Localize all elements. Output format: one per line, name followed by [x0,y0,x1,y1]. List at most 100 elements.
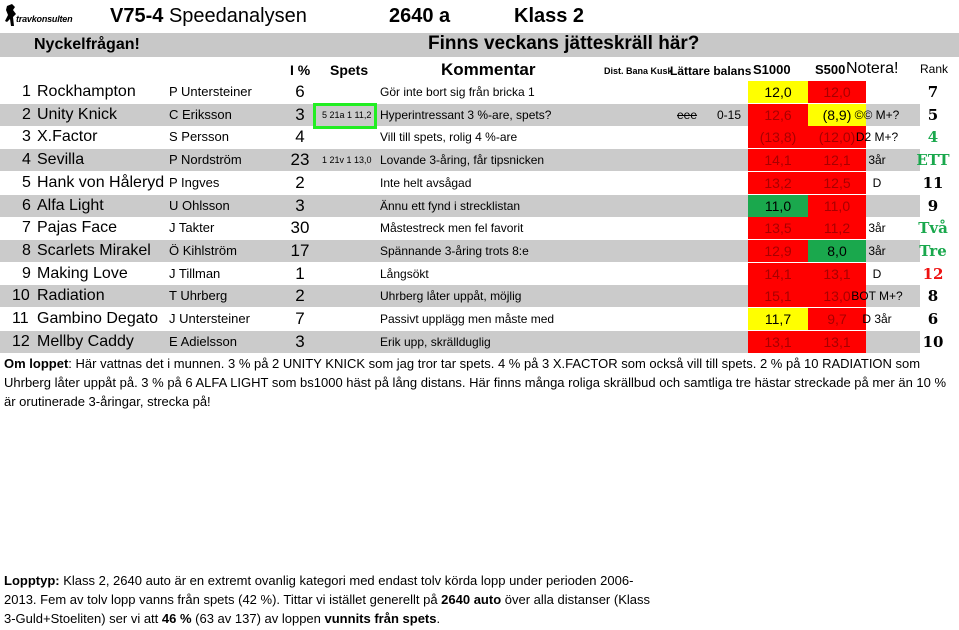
driver-name: E Adielsson [169,333,237,349]
race-title-text: Speedanalysen [168,5,307,27]
race-distance: 2640 a [389,5,451,27]
s1000-value: 12,6 [748,103,808,126]
col-lattare-balans: Lättare balans [670,64,752,78]
driver-name: P Nordström [169,152,242,168]
comment: Lovande 3-åring, får tipsnicken [380,153,545,168]
table-row: 3 X.Factor S Persson 4 Vill till spets, roli… [0,126,938,149]
horse-name: Mellby Caddy [37,332,134,350]
s1000-value: 13,2 [748,171,808,194]
horse-number: 11 [12,310,29,327]
table-row: 8 Scarlets Mirakel Ö Kihlström 17 Spännande … [0,239,947,262]
pct-value: 30 [290,218,310,238]
pct-value: 3 [295,104,305,124]
table-row: 10 Radiation T Uhrberg 2 Uhrberg låter uppåt… [0,285,938,308]
dist-bana-kusk: eee [677,107,698,122]
table-row: 12 Mellby Caddy E Adielsson 3 Erik upp, skrä… [0,330,943,353]
driver-name: J Tillman [169,265,221,281]
comment: Uhrberg låter uppåt, möjlig [380,289,522,304]
table-row: 4 Sevilla P Nordström 23 1 21v 1 13,0 Lovande… [0,149,950,172]
horse-name: Radiation [37,287,105,305]
horse-name: Rockhampton [37,83,136,100]
s1000-value: (13,8) [748,126,808,149]
s1000-value: 11,7 [748,308,808,330]
race-class: Klass 2 [514,5,585,27]
s1000-value: 12,9 [748,239,808,262]
horse-number: 3 [22,128,31,146]
driver-name: Ö Kihlström [169,242,237,258]
logo-text: travkonsulten [16,14,73,24]
driver-name: U Ohlsson [169,197,230,213]
comment: Måstestreck men fel favorit [380,221,524,236]
horse-name: Hank von Håleryd [37,173,165,191]
col-spets: Spets [330,62,369,78]
rank-value: 8 [927,287,939,306]
col-s1000: S1000 [753,62,791,77]
driver-name: T Uhrberg [169,288,228,304]
rank-value: 4 [927,128,939,147]
s1000-value: 13,1 [748,330,808,353]
comment: Gör inte bort sig från bricka 1 [380,85,535,99]
col-rank: Rank [920,62,949,76]
horse-name: Gambino Degato [37,310,158,327]
driver-name: P Untersteiner [169,84,252,99]
comment: Spännande 3-åring trots 8:e [380,243,529,258]
lopptyp-bold: 2640 auto [441,592,502,607]
rank-value: 12 [922,264,944,283]
horse-number: 8 [22,241,31,259]
comment: Erik upp, skrällduglig [380,334,491,349]
lattare-balans: 0-15 [717,107,742,122]
s1000-value: 13,5 [748,217,808,240]
horse-number: 9 [22,264,31,282]
comment: Passivt upplägg men måste med [380,312,555,326]
comment: Långsökt [380,266,429,281]
pct-value: 7 [295,309,305,328]
horse-name: X.Factor [37,128,98,146]
horse-name: Pajas Face [37,219,118,237]
pct-value: 6 [295,82,305,101]
s1000-value: 14,1 [748,262,808,285]
rank-value: 7 [927,83,939,101]
key-question: Finns veckans jätteskräll här? [428,33,700,54]
lopptyp-bold: vunnits från spets [324,611,437,626]
comment: Ännu ett fynd i strecklistan [380,198,521,213]
s1000-value: 15,1 [748,285,808,308]
horse-number: 2 [22,105,31,123]
spets-value: 1 21v 1 13,0 [322,155,372,166]
table-row: 9 Making Love J Tillman 1 Långsökt 14,1 13,1 D 1… [0,262,943,285]
comment: Inte helt avsågad [380,175,472,190]
col-s500: S500 [815,62,846,77]
rank-value: 10 [922,332,944,351]
comment: Vill till spets, rolig 4 %-are [380,130,518,145]
lopptyp-text: (63 av 137) av loppen [191,611,325,626]
pct-value: 4 [295,127,305,147]
horse-number: 6 [22,196,31,214]
om-loppet-paragraph: Om loppet: Här vattnas det i munnen. 3 %… [4,354,954,411]
horse-number: 10 [12,287,30,305]
horse-name: Sevilla [37,151,85,169]
table-row: 11 Gambino Degato J Untersteiner 7 Passivt u… [0,308,938,330]
s1000-value: 14,1 [748,149,808,172]
s1000-value: 12,0 [748,81,808,103]
lopptyp-bold: 46 % [161,611,192,626]
s1000-value: 11,0 [748,194,808,217]
driver-name: J Takter [169,220,215,236]
driver-name: S Persson [169,129,229,145]
col-notera: Notera! [846,60,899,77]
horse-number: 7 [22,219,31,237]
spets-highlight-box [313,103,377,129]
lopptyp-paragraph: Lopptyp: Klass 2, 2640 auto är en extrem… [4,571,664,628]
key-question-label: Nyckelfrågan! [34,36,140,53]
pct-value: 3 [295,195,305,215]
horse-name: Making Love [37,264,128,282]
driver-name: J Untersteiner [169,311,250,326]
col-pct: I % [290,62,311,78]
horse-name: Unity Knick [37,105,118,123]
pct-value: 1 [295,263,305,283]
rank-value: 11 [922,173,944,192]
rank-value: Tre [919,241,947,260]
table-row: 2 Unity Knick C Eriksson 3 5 21a 1 11,2 Hyper… [0,103,938,126]
driver-name: C Eriksson [169,106,232,122]
om-loppet-text: : Här vattnas det i munnen. 3 % på 2 UNI… [4,356,947,409]
driver-name: P Ingves [169,174,220,190]
rank-value: 5 [927,105,939,124]
